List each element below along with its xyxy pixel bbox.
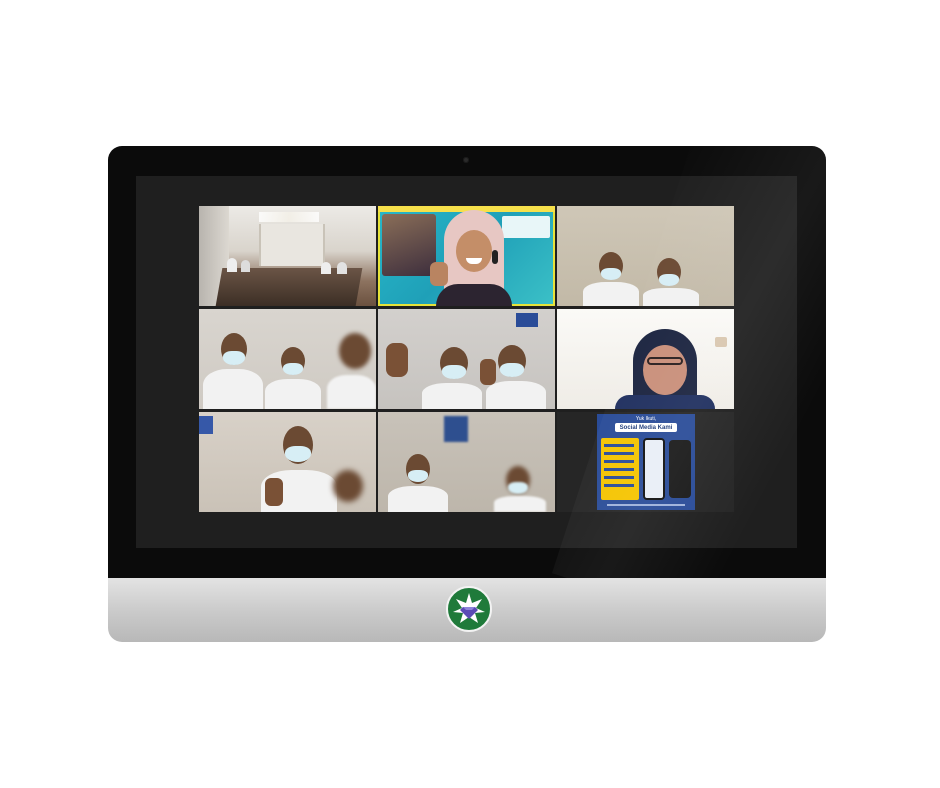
- poster-yellow-panel: [601, 438, 639, 500]
- participant-tile-meeting-room[interactable]: [199, 206, 376, 306]
- poster-title-pill: Social Media Kami: [615, 423, 677, 432]
- wall-poster: [444, 416, 468, 442]
- virtual-background-photo: [382, 214, 436, 276]
- poster-footer: [607, 504, 685, 506]
- face-mask: [223, 351, 245, 365]
- ceiling-lights: [259, 212, 319, 222]
- face-mask: [285, 446, 311, 462]
- thumbs-up-hand: [386, 343, 408, 377]
- student-uniform: [422, 383, 482, 409]
- star-emblem-icon: [453, 593, 485, 623]
- hijab: [633, 329, 697, 409]
- participant-tile-woman-glasses[interactable]: [557, 309, 734, 409]
- student-uniform: [388, 486, 448, 512]
- face-mask: [659, 274, 679, 286]
- student-uniform: [203, 369, 263, 409]
- monitor-bezel: Yuk Ikuti, Social Media Kami: [108, 146, 826, 578]
- glasses-icon: [647, 357, 683, 365]
- student-uniform: [583, 282, 639, 306]
- poster-line: [604, 444, 634, 447]
- monitor-chin: [108, 578, 826, 642]
- wall-decor: [715, 337, 727, 347]
- presenter-face: [456, 230, 492, 272]
- monitor-frame: Yuk Ikuti, Social Media Kami: [108, 146, 826, 642]
- face-mask: [408, 470, 428, 482]
- thumbs-up-hand: [430, 262, 448, 286]
- presenter-top: [436, 284, 512, 306]
- poster-line: [604, 460, 634, 463]
- attendee: [241, 260, 250, 272]
- banner-text: [502, 216, 550, 238]
- poster-line: [604, 468, 634, 471]
- participant-tile-two-students[interactable]: [557, 206, 734, 306]
- participant-tile-one-student[interactable]: [199, 412, 376, 512]
- participant-tile-thumbs-up[interactable]: [378, 309, 555, 409]
- poster-heading: Yuk Ikuti,: [635, 416, 657, 422]
- participant-tile-host[interactable]: [378, 206, 555, 306]
- participant-tile-three-students[interactable]: [199, 309, 376, 409]
- face-mask: [601, 268, 621, 280]
- window-poster: [516, 313, 538, 327]
- blurred-person: [333, 470, 363, 502]
- social-media-poster: Yuk Ikuti, Social Media Kami: [597, 414, 695, 510]
- diamond-star-emblem-icon: [446, 586, 492, 632]
- student-uniform: [494, 496, 546, 512]
- face-mask: [442, 365, 466, 379]
- face-mask: [508, 482, 528, 494]
- phone-mockup-icon: [669, 440, 691, 498]
- headset-mic: [492, 250, 498, 264]
- student-head: [657, 258, 681, 286]
- student-uniform: [327, 375, 376, 409]
- poster-line: [604, 476, 634, 479]
- face-mask: [283, 363, 303, 375]
- face-mask: [500, 363, 524, 377]
- video-call-screen: Yuk Ikuti, Social Media Kami: [136, 176, 797, 548]
- thumbs-up-hand: [265, 478, 283, 506]
- poster-line: [604, 484, 634, 487]
- woman-face: [643, 345, 687, 395]
- student-uniform: [643, 288, 699, 306]
- thumbs-up-hand: [480, 359, 496, 385]
- attendee: [227, 258, 237, 272]
- blue-poster: [199, 416, 213, 434]
- student-head-blurred: [339, 333, 371, 369]
- back-wall: [259, 224, 325, 266]
- participant-tile-students-blurred[interactable]: [378, 412, 555, 512]
- student-uniform: [486, 381, 546, 409]
- poster-title: Social Media Kami: [619, 424, 673, 431]
- participant-tile-shared-poster[interactable]: Yuk Ikuti, Social Media Kami: [557, 412, 734, 512]
- poster-line: [604, 452, 634, 455]
- webcam-icon: [463, 157, 469, 163]
- attendee: [337, 262, 347, 274]
- attendee: [321, 262, 331, 274]
- student-uniform: [265, 379, 321, 409]
- phone-mockup-icon: [643, 438, 665, 500]
- woman-top: [615, 395, 715, 409]
- participant-grid: Yuk Ikuti, Social Media Kami: [199, 206, 735, 512]
